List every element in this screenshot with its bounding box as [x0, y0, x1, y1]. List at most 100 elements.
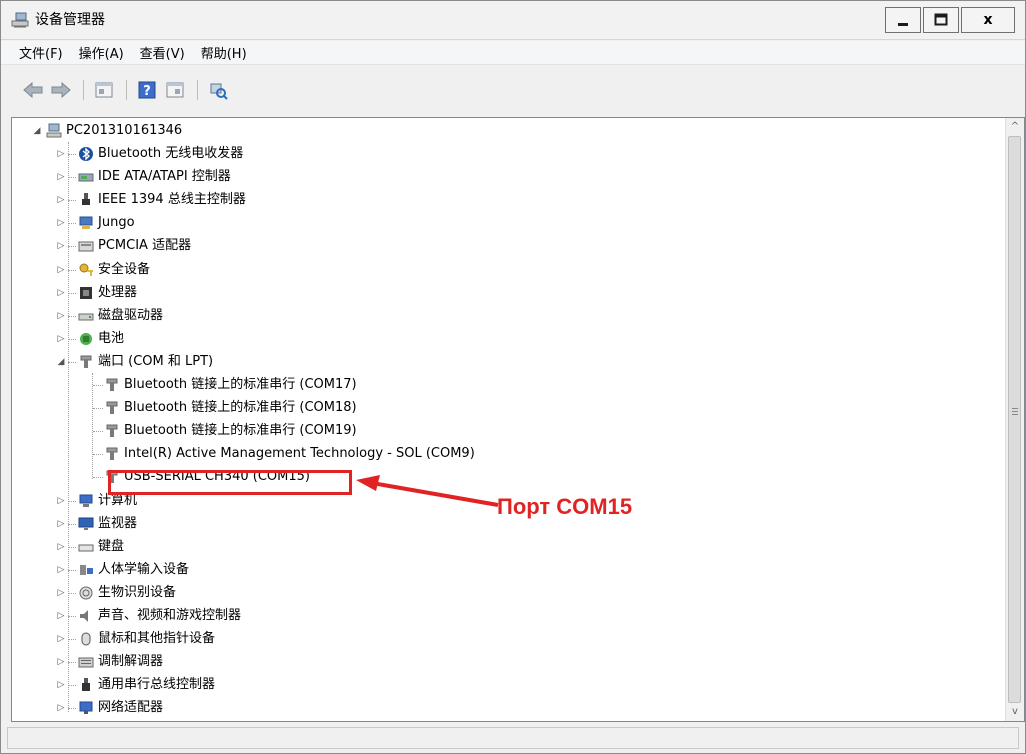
pcmcia-icon — [78, 241, 94, 252]
expand-arrow-icon[interactable]: ▷ — [56, 651, 66, 673]
tree-category[interactable]: ▷ 通用串行总线控制器 — [12, 674, 712, 696]
tree-line — [68, 662, 76, 664]
collapse-arrow-icon[interactable]: ◢ — [56, 351, 66, 373]
tree-item-label: 键盘 — [98, 539, 125, 554]
toolbar-separator — [83, 80, 84, 100]
tree-line — [68, 293, 76, 295]
tree-line — [93, 408, 103, 410]
tree-category[interactable]: ▷ 声音、视频和游戏控制器 — [12, 605, 712, 627]
tree-leaf[interactable]: Bluetooth 链接上的标准串行 (COM19) — [12, 420, 712, 442]
tree-item-label: 调制解调器 — [98, 654, 164, 669]
ieee1394-icon — [82, 193, 90, 205]
menu-action[interactable]: 操作(A) — [79, 43, 124, 62]
scroll-down-icon[interactable]: v — [1006, 703, 1024, 721]
tree-leaf[interactable]: Bluetooth 链接上的标准串行 (COM18) — [12, 397, 712, 419]
tree-category[interactable]: ▷ 人体学输入设备 — [12, 559, 712, 581]
tree-item-label: PCMCIA 适配器 — [98, 238, 192, 253]
tree-item-label: Bluetooth 链接上的标准串行 (COM19) — [124, 423, 357, 438]
tree-item-label: 安全设备 — [98, 262, 151, 277]
toolbar: ? — [1, 67, 1025, 117]
scan-hardware-button[interactable] — [206, 79, 230, 101]
forward-icon — [51, 81, 71, 99]
port-icon — [106, 424, 118, 437]
annotation-arrow-icon — [356, 475, 499, 507]
sound-icon — [80, 610, 88, 622]
expand-arrow-icon[interactable]: ▷ — [56, 582, 66, 604]
tree-item-label: Jungo — [98, 215, 135, 230]
vertical-scrollbar[interactable]: ^ v — [1005, 118, 1024, 721]
maximize-button[interactable] — [923, 7, 959, 33]
tree-category[interactable]: ▷ 磁盘驱动器 — [12, 305, 712, 327]
tree-line — [68, 616, 76, 618]
tree-category[interactable]: ▷ 键盘 — [12, 536, 712, 558]
menu-view[interactable]: 查看(V) — [140, 43, 185, 62]
tree-item-label: 监视器 — [98, 516, 138, 531]
expand-arrow-icon[interactable]: ▷ — [56, 259, 66, 281]
tree-item-label: IDE ATA/ATAPI 控制器 — [98, 169, 231, 184]
back-button[interactable] — [21, 79, 45, 101]
tree-category[interactable]: ▷ Jungo — [12, 212, 712, 234]
tree-line — [68, 223, 76, 225]
show-hidden-icon — [166, 82, 184, 98]
tree-leaf[interactable]: Intel(R) Active Management Technology - … — [12, 443, 712, 465]
tree-item-label: 端口 (COM 和 LPT) — [98, 354, 214, 369]
title-bar[interactable]: 设备管理器 x — [1, 1, 1025, 40]
expand-arrow-icon[interactable]: ▷ — [56, 235, 66, 257]
expand-arrow-icon[interactable]: ▷ — [56, 559, 66, 581]
expand-arrow-icon[interactable]: ▷ — [56, 513, 66, 535]
tree-line — [68, 154, 76, 156]
expand-arrow-icon[interactable]: ▷ — [56, 189, 66, 211]
minimize-button[interactable] — [885, 7, 921, 33]
tree-category[interactable]: ▷ 生物识别设备 — [12, 582, 712, 604]
tree-line — [68, 177, 76, 179]
tree-line — [68, 685, 76, 687]
help-button[interactable]: ? — [135, 79, 159, 101]
tree-line — [93, 477, 103, 479]
expand-arrow-icon[interactable]: ▷ — [56, 328, 66, 350]
expand-arrow-icon[interactable]: ▷ — [56, 166, 66, 188]
scroll-up-icon[interactable]: ^ — [1006, 118, 1024, 136]
device-manager-icon — [11, 12, 29, 28]
maximize-icon — [934, 13, 948, 26]
show-hidden-button[interactable] — [163, 79, 187, 101]
expand-arrow-icon[interactable]: ▷ — [56, 628, 66, 650]
expand-arrow-icon[interactable]: ▷ — [56, 305, 66, 327]
tree-item-label: 处理器 — [98, 285, 138, 300]
tree-item-label: 通用串行总线控制器 — [98, 677, 216, 692]
forward-button[interactable] — [49, 79, 73, 101]
tree-category[interactable]: ▷ IEEE 1394 总线主控制器 — [12, 189, 712, 211]
expand-arrow-icon[interactable]: ▷ — [56, 674, 66, 696]
expand-arrow-icon[interactable]: ▷ — [56, 605, 66, 627]
tree-category[interactable]: ▷ 处理器 — [12, 282, 712, 304]
menu-help[interactable]: 帮助(H) — [201, 43, 247, 62]
tree-category[interactable]: ▷ 电池 — [12, 328, 712, 350]
tree-category[interactable]: ▷ 网络适配器 — [12, 697, 712, 719]
scrollbar-thumb[interactable] — [1008, 136, 1021, 703]
tree-category[interactable]: ◢ 端口 (COM 和 LPT) — [12, 351, 712, 373]
expand-arrow-icon[interactable]: ▷ — [56, 282, 66, 304]
toolbar-separator — [126, 80, 127, 100]
tree-line — [68, 593, 76, 595]
tree-category[interactable]: ▷ IDE ATA/ATAPI 控制器 — [12, 166, 712, 188]
collapse-arrow-icon[interactable]: ◢ — [32, 120, 42, 142]
tree-category[interactable]: ▷ Bluetooth 无线电收发器 — [12, 143, 712, 165]
tree-leaf[interactable]: Bluetooth 链接上的标准串行 (COM17) — [12, 374, 712, 396]
expand-arrow-icon[interactable]: ▷ — [56, 490, 66, 512]
expand-arrow-icon[interactable]: ▷ — [56, 143, 66, 165]
expand-arrow-icon[interactable]: ▷ — [56, 697, 66, 719]
tree-line — [68, 639, 76, 641]
tree-item-label: 人体学输入设备 — [98, 562, 190, 577]
tree-category[interactable]: ▷ 鼠标和其他指针设备 — [12, 628, 712, 650]
menu-file[interactable]: 文件(F) — [19, 43, 63, 62]
tree-root[interactable]: ◢ PC201310161346 — [12, 120, 712, 142]
network-adapter-icon — [79, 701, 93, 714]
expand-arrow-icon[interactable]: ▷ — [56, 212, 66, 234]
tree-category[interactable]: ▷ 安全设备 — [12, 259, 712, 281]
properties-button[interactable] — [92, 79, 116, 101]
computer-icon — [46, 123, 62, 138]
expand-arrow-icon[interactable]: ▷ — [56, 536, 66, 558]
annotation-label: Порт COM15 — [497, 494, 633, 519]
tree-category[interactable]: ▷ PCMCIA 适配器 — [12, 235, 712, 257]
close-button[interactable]: x — [961, 7, 1015, 33]
tree-category[interactable]: ▷ 调制解调器 — [12, 651, 712, 673]
